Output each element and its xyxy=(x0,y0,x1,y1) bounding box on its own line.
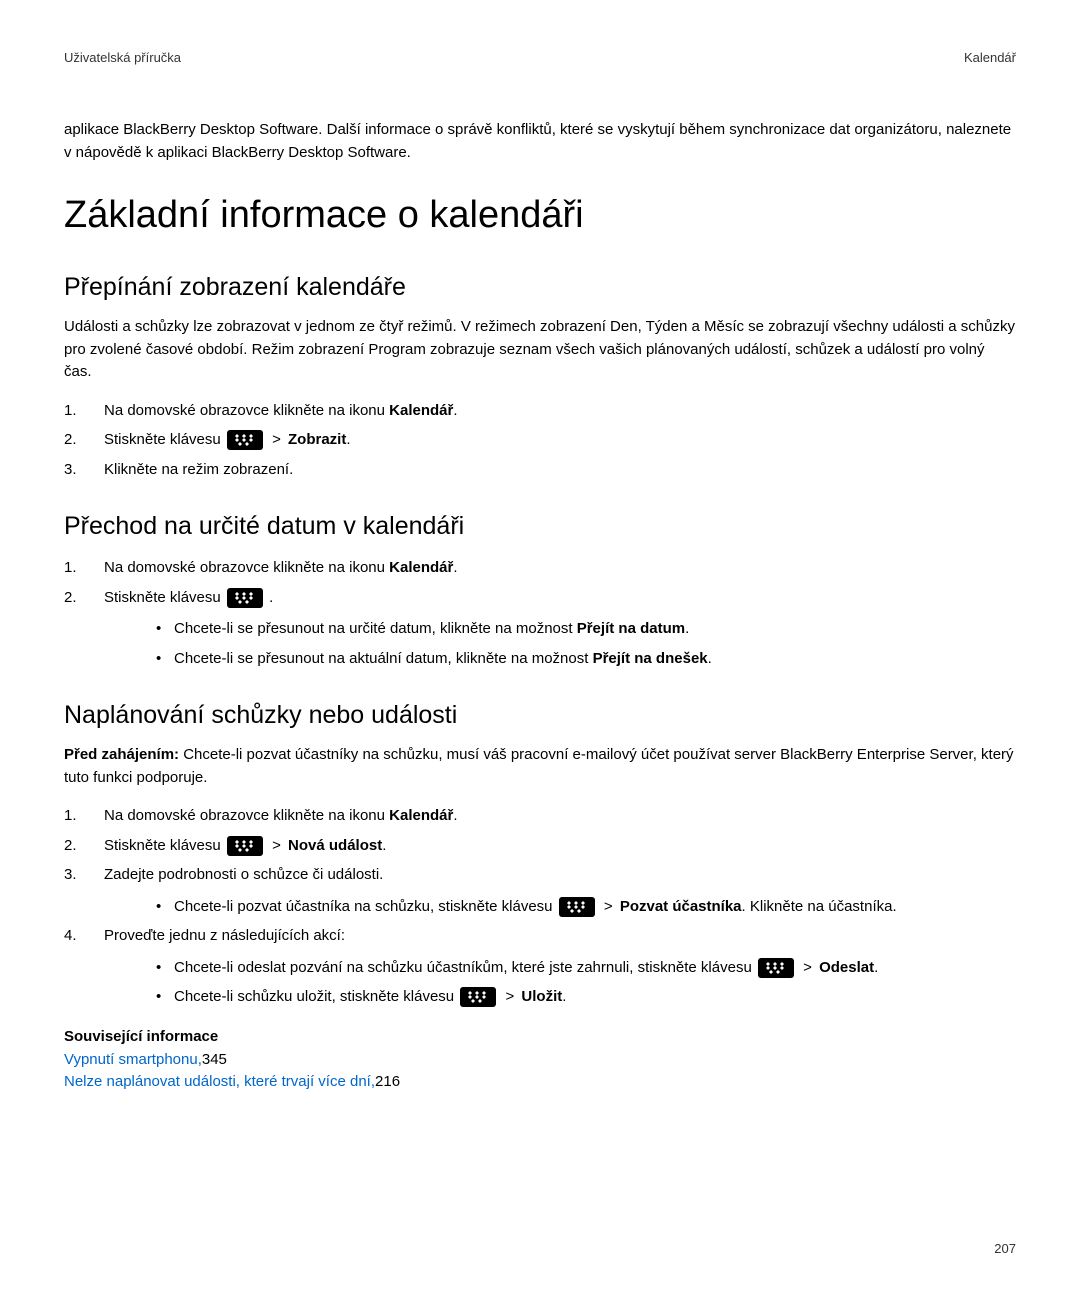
blackberry-menu-icon xyxy=(758,958,794,978)
related-link-2: Nelze naplánovat události, které trvají … xyxy=(64,1071,1016,1094)
section1-step1: Na domovské obrazovce klikněte na ikonu … xyxy=(64,398,1016,424)
section3-step3-bullet: Chcete-li pozvat účastníka na schůzku, s… xyxy=(104,894,1016,920)
section3-step4-bullets: Chcete-li odeslat pozvání na schůzku úča… xyxy=(104,955,1016,1010)
page-header: Uživatelská příručka Kalendář xyxy=(64,50,1016,65)
related-info-heading: Související informace xyxy=(64,1028,1016,1045)
blackberry-menu-icon xyxy=(460,987,496,1007)
section2-step2: Stiskněte klávesu . Chcete-li se přesuno… xyxy=(64,585,1016,672)
section3-step2: Stiskněte klávesu > Nová událost. xyxy=(64,833,1016,859)
page-number: 207 xyxy=(994,1241,1016,1256)
section-switch-view-para: Události a schůzky lze zobrazovat v jedn… xyxy=(64,316,1016,384)
section3-steps: Na domovské obrazovce klikněte na ikonu … xyxy=(64,803,1016,1010)
blackberry-menu-icon xyxy=(227,836,263,856)
section2-bullet2: Chcete-li se přesunout na aktuální datum… xyxy=(104,646,1016,672)
blackberry-menu-icon xyxy=(227,430,263,450)
section3-step4-bullet1: Chcete-li odeslat pozvání na schůzku úča… xyxy=(104,955,1016,981)
section-goto-date-title: Přechod na určité datum v kalendáři xyxy=(64,512,1016,541)
section-switch-view-title: Přepínání zobrazení kalendáře xyxy=(64,273,1016,302)
intro-paragraph: aplikace BlackBerry Desktop Software. Da… xyxy=(64,119,1016,164)
section1-steps: Na domovské obrazovce klikněte na ikonu … xyxy=(64,398,1016,483)
header-left: Uživatelská příručka xyxy=(64,50,181,65)
blackberry-menu-icon xyxy=(227,588,263,608)
section1-step2: Stiskněte klávesu > Zobrazit. xyxy=(64,427,1016,453)
related-link-1-text[interactable]: Vypnutí smartphonu, xyxy=(64,1051,202,1068)
related-link-1: Vypnutí smartphonu,345 xyxy=(64,1049,1016,1072)
section1-step3: Klikněte na režim zobrazení. xyxy=(64,457,1016,483)
section3-step3-bullets: Chcete-li pozvat účastníka na schůzku, s… xyxy=(104,894,1016,920)
blackberry-menu-icon xyxy=(559,897,595,917)
section3-step4-bullet2: Chcete-li schůzku uložit, stiskněte kláv… xyxy=(104,984,1016,1010)
section2-steps: Na domovské obrazovce klikněte na ikonu … xyxy=(64,555,1016,671)
section3-step1: Na domovské obrazovce klikněte na ikonu … xyxy=(64,803,1016,829)
page-title: Základní informace o kalendáři xyxy=(64,194,1016,237)
section2-bullets: Chcete-li se přesunout na určité datum, … xyxy=(104,616,1016,671)
section-schedule-title: Naplánování schůzky nebo události xyxy=(64,701,1016,730)
header-right: Kalendář xyxy=(964,50,1016,65)
related-link-2-text[interactable]: Nelze naplánovat události, které trvají … xyxy=(64,1073,375,1090)
section2-bullet1: Chcete-li se přesunout na určité datum, … xyxy=(104,616,1016,642)
section2-step1: Na domovské obrazovce klikněte na ikonu … xyxy=(64,555,1016,581)
section-schedule-para: Před zahájením: Chcete-li pozvat účastní… xyxy=(64,744,1016,789)
section3-step3: Zadejte podrobnosti o schůzce či událost… xyxy=(64,862,1016,919)
section3-step4: Proveďte jednu z následujících akcí: Chc… xyxy=(64,923,1016,1010)
